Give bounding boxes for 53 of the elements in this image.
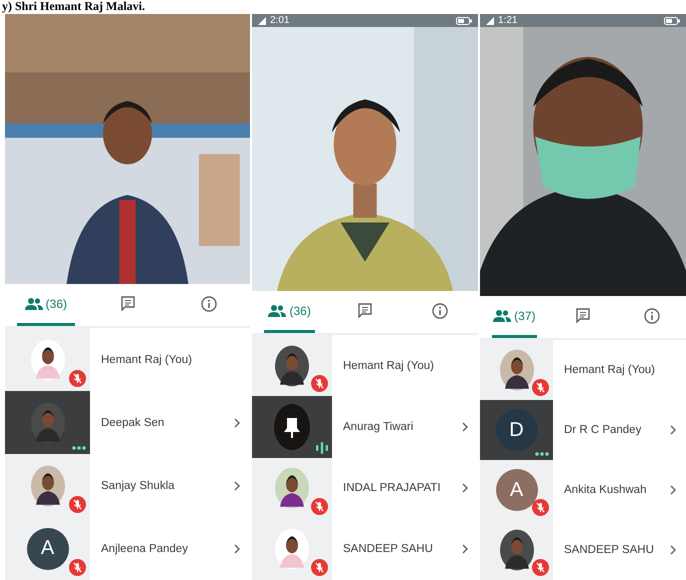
- participant-name[interactable]: SANDEEP SAHU: [564, 544, 670, 556]
- battery-icon: [456, 16, 472, 24]
- info-icon: [432, 302, 448, 318]
- avatar-cell[interactable]: [252, 335, 332, 396]
- avatar-cell[interactable]: [252, 396, 332, 458]
- signal-icon: [486, 16, 494, 24]
- chevron-icon[interactable]: [670, 485, 676, 495]
- participant-name[interactable]: Deepak Sen: [101, 416, 234, 428]
- avatar-initial: A: [26, 528, 68, 570]
- chevron-icon[interactable]: [462, 483, 468, 494]
- chevron-icon[interactable]: [234, 418, 240, 428]
- chevron-icon[interactable]: [234, 480, 240, 490]
- chevron-icon[interactable]: [670, 545, 676, 555]
- participant-name[interactable]: Hemant Raj (You): [101, 354, 250, 366]
- avatar-cell[interactable]: [480, 340, 553, 400]
- people-icon: [268, 304, 286, 316]
- info-icon: [644, 308, 660, 324]
- avatar-cell[interactable]: [480, 520, 553, 580]
- participant-name[interactable]: Sanjay Shukla: [101, 480, 234, 492]
- chat-icon: [358, 303, 372, 318]
- chevron-icon[interactable]: [462, 544, 468, 554]
- caption: y) Shri Hemant Raj Malavi.: [1, 0, 146, 14]
- signal-icon: [258, 16, 266, 24]
- info-icon: [201, 296, 218, 312]
- avatar-initial: D: [496, 409, 538, 451]
- participant-name[interactable]: SANDEEP SAHU: [343, 543, 462, 556]
- chat-icon: [120, 296, 134, 311]
- avatar-cell[interactable]: D: [480, 400, 553, 460]
- avatar-cell[interactable]: [5, 391, 90, 454]
- participant-name[interactable]: Hemant Raj (You): [564, 364, 686, 376]
- avatar-cell[interactable]: A: [480, 460, 553, 520]
- participant-name[interactable]: Anjleena Pandey: [101, 542, 234, 554]
- participant-name[interactable]: INDAL PRAJAPATI: [343, 482, 462, 494]
- avatar-cell[interactable]: A: [5, 517, 90, 580]
- avatar-cell[interactable]: [5, 454, 90, 517]
- avatar-cell[interactable]: [5, 328, 90, 391]
- participant-name[interactable]: Ankita Kushwah: [564, 484, 670, 496]
- participant-name[interactable]: Dr R C Pandey: [564, 424, 670, 436]
- chat-icon: [576, 308, 590, 323]
- status-time: 1:21: [498, 14, 518, 26]
- participant-name[interactable]: Hemant Raj (You): [343, 360, 478, 372]
- battery-icon: [664, 16, 680, 24]
- people-icon: [493, 310, 512, 322]
- participant-name[interactable]: Anurag Tiwari: [343, 420, 462, 433]
- bell-icon: [274, 404, 310, 450]
- status-time: 2:01: [270, 14, 290, 26]
- chevron-icon[interactable]: [234, 544, 240, 554]
- avatar-initial: A: [496, 469, 538, 511]
- people-icon: [24, 298, 43, 310]
- avatar-cell[interactable]: [252, 458, 332, 519]
- avatar-cell[interactable]: [252, 518, 332, 580]
- chevron-icon[interactable]: [670, 425, 676, 435]
- chevron-icon[interactable]: [462, 422, 468, 432]
